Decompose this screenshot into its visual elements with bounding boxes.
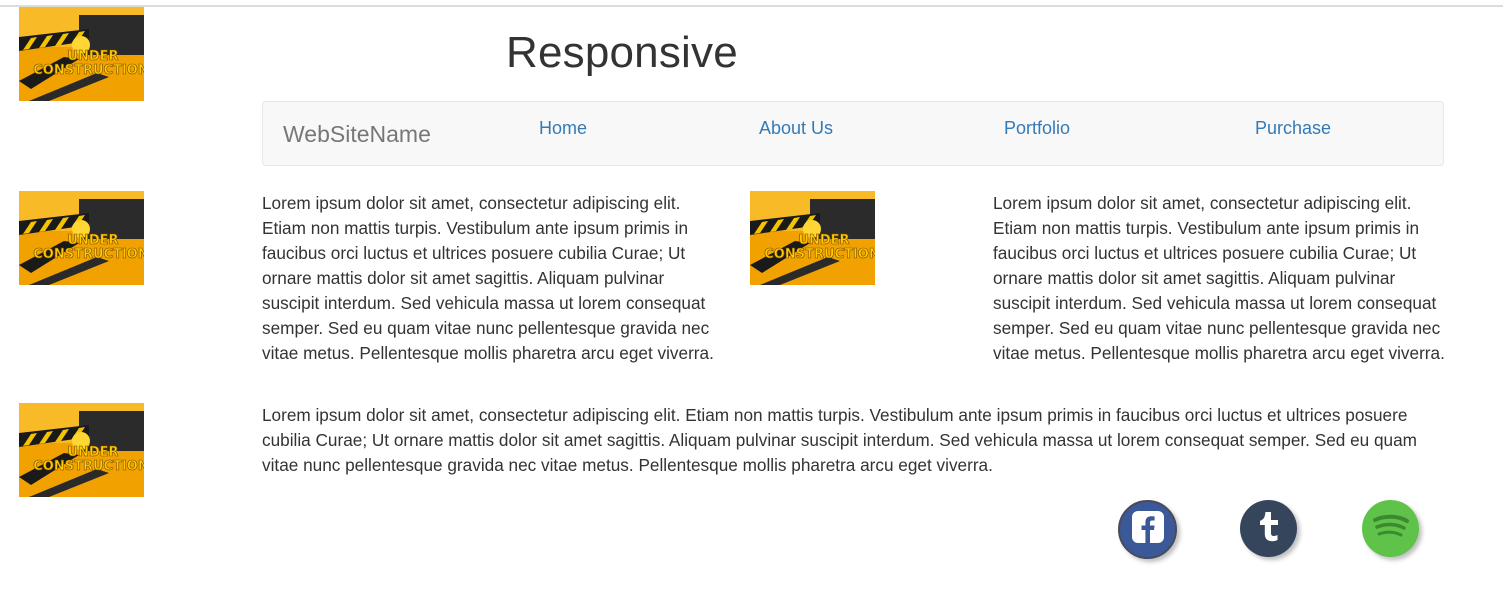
content-paragraph-left: Lorem ipsum dolor sit amet, consectetur … bbox=[262, 193, 714, 363]
tumblr-link[interactable] bbox=[1240, 500, 1297, 557]
tumblr-icon bbox=[1254, 509, 1284, 548]
page-title: Responsive bbox=[506, 28, 738, 77]
logo-text-line1: UNDER bbox=[67, 49, 118, 64]
under-construction-image: UNDER CONSTRUCTION bbox=[19, 403, 144, 497]
logo-text-line2: CONSTRUCTION bbox=[33, 459, 144, 474]
under-construction-image: UNDER CONSTRUCTION bbox=[19, 7, 144, 101]
top-divider bbox=[0, 5, 1503, 7]
navbar: WebSiteName Home About Us Portfolio Purc… bbox=[262, 101, 1444, 166]
logo-text-line2: CONSTRUCTION bbox=[33, 247, 144, 262]
nav-link-about-us[interactable]: About Us bbox=[759, 118, 833, 139]
under-construction-image: UNDER CONSTRUCTION bbox=[19, 191, 144, 285]
content-paragraph-right: Lorem ipsum dolor sit amet, consectetur … bbox=[993, 193, 1445, 363]
logo-text-line2: CONSTRUCTION bbox=[764, 247, 875, 262]
under-construction-image: UNDER CONSTRUCTION bbox=[750, 191, 875, 285]
logo-text-line1: UNDER bbox=[67, 445, 118, 460]
spotify-icon bbox=[1371, 511, 1411, 546]
nav-link-home[interactable]: Home bbox=[539, 118, 587, 139]
logo-text-line1: UNDER bbox=[798, 233, 849, 248]
nav-link-purchase[interactable]: Purchase bbox=[1255, 118, 1331, 139]
spotify-link[interactable] bbox=[1362, 500, 1419, 557]
nav-link-portfolio[interactable]: Portfolio bbox=[1004, 118, 1070, 139]
content-paragraph-wide: Lorem ipsum dolor sit amet, consectetur … bbox=[262, 405, 1417, 475]
logo-text-line2: CONSTRUCTION bbox=[33, 63, 144, 78]
facebook-link[interactable] bbox=[1118, 500, 1177, 559]
navbar-brand[interactable]: WebSiteName bbox=[283, 121, 431, 148]
facebook-icon bbox=[1131, 510, 1165, 549]
logo-text-line1: UNDER bbox=[67, 233, 118, 248]
